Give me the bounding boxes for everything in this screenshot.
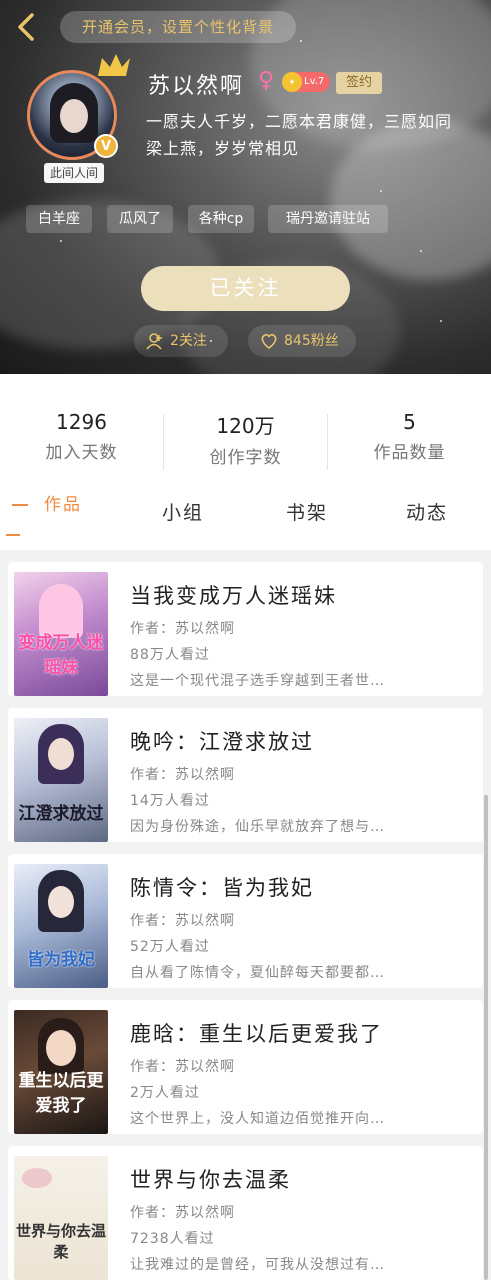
book-description: 让我难过的是曾经，可我从没想过有… — [130, 1257, 385, 1273]
active-tab-underline — [6, 534, 20, 536]
tag-item: 瓜风了 — [107, 205, 173, 233]
stat-works-count: 5 作品数量 — [373, 410, 446, 463]
book-description: 这是一个现代混子选手穿越到王者世… — [130, 673, 385, 689]
signed-badge: 签约 — [336, 72, 382, 94]
level-badge: ★ Lv.7 — [282, 72, 330, 92]
book-title: 晚吟：江澄求放过 — [130, 730, 314, 754]
book-views: 7238人看过 — [130, 1231, 215, 1247]
user-icon — [146, 333, 162, 350]
following-count-button[interactable]: 2关注 — [134, 325, 228, 357]
book-author: 作者：苏以然啊 — [130, 621, 235, 637]
back-arrow-icon[interactable] — [12, 12, 42, 42]
book-views: 88万人看过 — [130, 647, 210, 663]
level-coin-icon: ★ — [282, 72, 302, 92]
book-cover[interactable]: 世界与你去温柔 — [14, 1156, 108, 1280]
tag-item: 白羊座 — [26, 205, 92, 233]
avatar-tag: 此间人间 — [44, 163, 104, 183]
book-author: 作者：苏以然啊 — [130, 913, 235, 929]
book-author: 作者：苏以然啊 — [130, 1205, 235, 1221]
stat-word-count: 120万 创作字数 — [209, 414, 282, 468]
work-card[interactable]: 江澄求放过 晚吟：江澄求放过 作者：苏以然啊 14万人看过 因为身份殊途，仙乐早… — [8, 708, 483, 842]
female-gender-icon: ♀ — [258, 68, 275, 93]
username: 苏以然啊 — [148, 74, 245, 99]
crown-icon — [98, 54, 130, 76]
book-views: 52万人看过 — [130, 939, 210, 955]
heart-icon — [261, 333, 277, 349]
book-cover[interactable]: 皆为我妃 — [14, 864, 108, 988]
tag-item: 瑞丹邀请驻站 — [268, 205, 388, 233]
tab-works[interactable]: 作品 — [44, 490, 82, 515]
work-card[interactable]: 世界与你去温柔 世界与你去温柔 作者：苏以然啊 7238人看过 让我难过的是曾经… — [8, 1146, 483, 1280]
book-cover[interactable]: 江澄求放过 — [14, 718, 108, 842]
book-author: 作者：苏以然啊 — [130, 767, 235, 783]
book-title: 鹿晗：重生以后更爱我了 — [130, 1022, 383, 1046]
fans-count-button[interactable]: 845粉丝 — [248, 325, 356, 357]
tag-item: 各种cp — [188, 205, 254, 233]
book-title: 当我变成万人迷瑶妹 — [130, 584, 337, 608]
book-title: 陈情令：皆为我妃 — [130, 876, 314, 900]
book-author: 作者：苏以然啊 — [130, 1059, 235, 1075]
tab-groups[interactable]: 小组 — [162, 498, 204, 525]
tab-bookshelf[interactable]: 书架 — [286, 498, 328, 525]
work-card[interactable]: 变成万人迷瑶妹 当我变成万人迷瑶妹 作者：苏以然啊 88万人看过 这是一个现代混… — [8, 562, 483, 696]
follow-button[interactable]: 已关注 — [141, 266, 350, 311]
stat-join-days: 1296 加入天数 — [45, 410, 118, 463]
book-description: 这个世界上，没人知道边佰觉推开向… — [130, 1111, 385, 1127]
tab-activity[interactable]: 动态 — [406, 498, 448, 525]
work-card[interactable]: 重生以后更爱我了 鹿晗：重生以后更爱我了 作者：苏以然啊 2万人看过 这个世界上… — [8, 1000, 483, 1134]
scrollbar[interactable] — [484, 795, 488, 1280]
stats-bar: 1296 加入天数 120万 创作字数 5 作品数量 — [0, 374, 491, 488]
vip-background-banner[interactable]: 开通会员，设置个性化背景 — [60, 11, 296, 43]
verified-v-icon: V — [94, 134, 118, 158]
book-views: 2万人看过 — [130, 1085, 200, 1101]
book-description: 自从看了陈情令，夏仙醉每天都要都… — [130, 965, 385, 981]
book-cover[interactable]: 重生以后更爱我了 — [14, 1010, 108, 1134]
profile-tabs: 作品 小组 书架 动态 — [0, 488, 491, 550]
active-tab-indicator — [12, 504, 28, 506]
book-title: 世界与你去温柔 — [130, 1168, 291, 1192]
profile-header: 开通会员，设置个性化背景 V 此间人间 苏以然啊 ♀ ★ Lv.7 签约 一愿夫… — [0, 0, 491, 374]
work-card[interactable]: 皆为我妃 陈情令：皆为我妃 作者：苏以然啊 52万人看过 自从看了陈情令，夏仙醉… — [8, 854, 483, 988]
book-views: 14万人看过 — [130, 793, 210, 809]
bio-text: 一愿夫人千岁，二愿本君康健，三愿如同梁上燕，岁岁常相见 — [146, 112, 453, 158]
book-description: 因为身份殊途，仙乐早就放弃了想与… — [130, 819, 385, 835]
book-cover[interactable]: 变成万人迷瑶妹 — [14, 572, 108, 696]
